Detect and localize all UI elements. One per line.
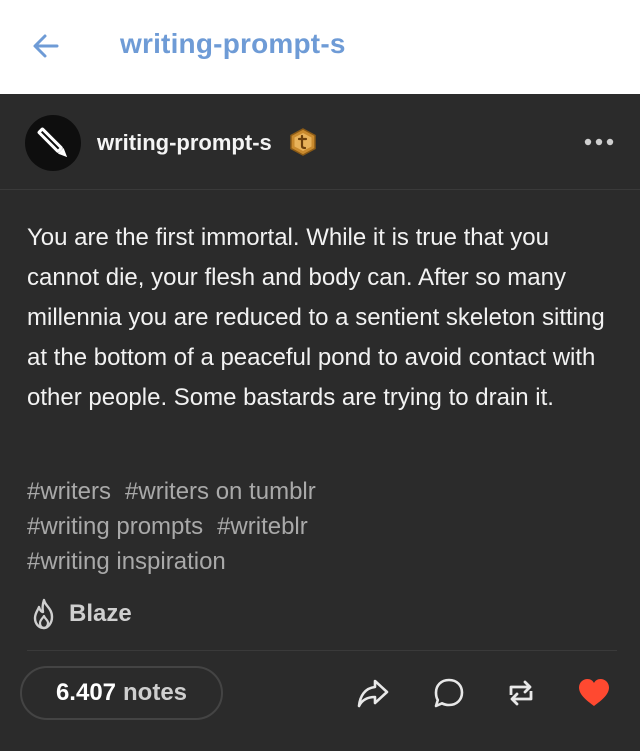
tag[interactable]: #writeblr bbox=[217, 509, 308, 544]
flame-icon bbox=[33, 598, 54, 630]
post-card: writing-prompt-s You are the first immor… bbox=[0, 94, 640, 751]
blog-name[interactable]: writing-prompt-s bbox=[97, 130, 272, 156]
tag[interactable]: #writers bbox=[27, 474, 111, 509]
notes-count: 6.407 bbox=[55, 679, 117, 706]
post-body: You are the first immortal. While it is … bbox=[27, 224, 605, 411]
arrow-left-icon[interactable] bbox=[30, 30, 62, 62]
share-icon[interactable] bbox=[355, 675, 391, 711]
divider bbox=[27, 650, 617, 651]
heart-icon[interactable] bbox=[576, 675, 612, 711]
notes-label: notes bbox=[123, 679, 188, 706]
tag[interactable]: #writing prompts bbox=[27, 509, 203, 544]
avatar[interactable] bbox=[25, 115, 81, 171]
blaze-button[interactable]: Blaze bbox=[27, 594, 132, 634]
post-header: writing-prompt-s bbox=[0, 94, 640, 190]
ellipsis-icon[interactable] bbox=[582, 134, 616, 150]
blaze-label: Blaze bbox=[69, 600, 132, 627]
tag-list: #writers #writers on tumblr #writing prom… bbox=[27, 474, 617, 579]
reblog-icon[interactable] bbox=[503, 675, 539, 711]
top-bar: writing-prompt-s bbox=[0, 0, 640, 94]
tag[interactable]: #writing inspiration bbox=[27, 544, 226, 579]
tumblr-badge-icon bbox=[290, 128, 316, 156]
page-title: writing-prompt-s bbox=[120, 28, 346, 59]
tag[interactable]: #writers on tumblr bbox=[125, 474, 316, 509]
notes-button[interactable]: 6.407 notes bbox=[20, 666, 223, 720]
reply-icon[interactable] bbox=[431, 675, 467, 711]
quill-pen-icon bbox=[37, 127, 68, 158]
